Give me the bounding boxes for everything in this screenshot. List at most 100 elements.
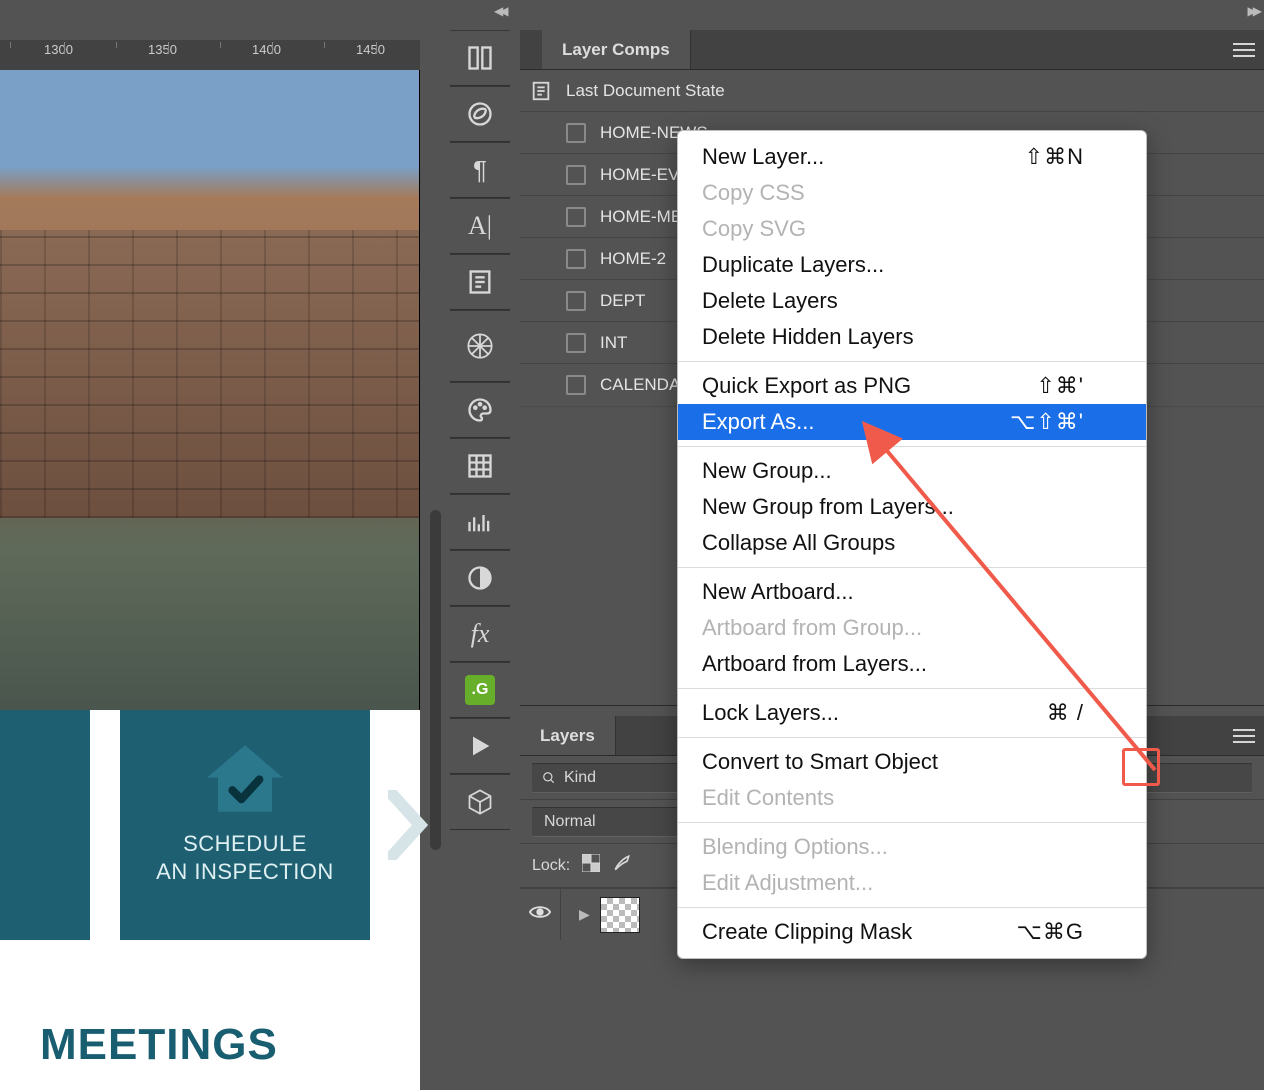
menu-item: Edit Adjustment... [678,865,1146,901]
histogram-icon[interactable] [450,494,510,550]
menu-item[interactable]: Collapse All Groups [678,525,1146,561]
tile-partial-left[interactable] [0,710,90,940]
character-icon[interactable]: A| [450,198,510,254]
last-document-state-label: Last Document State [566,81,725,101]
menu-item-label: Quick Export as PNG [702,373,911,399]
menu-item[interactable]: Create Clipping Mask ⌥⌘G [678,914,1146,950]
layer-thumbnail[interactable] [600,897,640,933]
layers-panel-menu-icon[interactable] [1224,716,1264,755]
cc-icon[interactable] [450,86,510,142]
expand-panels-icon[interactable]: ▶▶ [1248,4,1258,18]
apply-checkbox[interactable] [566,165,586,185]
menu-item[interactable]: Artboard from Layers... [678,646,1146,682]
menu-item[interactable]: New Group from Layers... [678,489,1146,525]
apply-checkbox[interactable] [566,333,586,353]
ruler-mark: 1400 [252,42,281,57]
menu-item-label: Export As... [702,409,815,435]
house-check-icon [200,738,290,816]
3d-icon[interactable] [450,774,510,830]
heading-meetings: MEETINGS [40,1020,278,1070]
menu-item: Copy SVG [678,211,1146,247]
menu-item-label: Blending Options... [702,834,888,860]
tile-label-line2: AN INSPECTION [120,858,370,886]
menu-shortcut: ⌥⌘G [1017,919,1084,945]
menu-item-label: Edit Adjustment... [702,870,873,896]
horizontal-ruler: 1300 1350 1400 1450 [0,40,420,70]
canvas-image[interactable] [0,70,420,710]
menu-item[interactable]: Duplicate Layers... [678,247,1146,283]
menu-item[interactable]: Convert to Smart Object [678,744,1146,780]
menu-item-label: Convert to Smart Object [702,749,938,775]
document-icon [530,80,552,102]
apply-checkbox[interactable] [566,249,586,269]
menu-item[interactable]: New Artboard... [678,574,1146,610]
ruler-mark: 1300 [44,42,73,57]
notes-icon[interactable] [450,254,510,310]
menu-item-label: New Group... [702,458,832,484]
menu-item[interactable]: New Layer... ⇧⌘N [678,139,1146,175]
menu-item-label: Copy SVG [702,216,806,242]
annotation-highlight [1122,748,1160,786]
blend-mode-dropdown[interactable]: Normal [532,807,682,837]
menu-item-label: New Layer... [702,144,824,170]
menu-item: Edit Contents [678,780,1146,816]
tile-schedule-inspection[interactable]: SCHEDULE AN INSPECTION [120,710,370,940]
libraries-icon[interactable] [450,30,510,86]
contrast-icon[interactable] [450,550,510,606]
menu-item[interactable]: Lock Layers... ⌘ / [678,695,1146,731]
canvas-white-area[interactable]: SCHEDULE AN INSPECTION MEETINGS [0,710,420,1090]
menu-item: Artboard from Group... [678,610,1146,646]
play-icon[interactable] [450,718,510,774]
document-canvas: 1300 1350 1400 1450 SCHEDULE AN INSPECTI… [0,0,420,1085]
expand-icon[interactable]: ▶ [579,906,590,923]
menu-item[interactable]: Quick Export as PNG ⇧⌘' [678,368,1146,404]
grid-icon[interactable] [450,438,510,494]
ruler-mark: 1450 [356,42,385,57]
menu-item: Blending Options... [678,829,1146,865]
apply-checkbox[interactable] [566,291,586,311]
menu-item-label: Create Clipping Mask [702,919,912,945]
apply-checkbox[interactable] [566,123,586,143]
collapse-panels-icon[interactable]: ◀◀ [494,4,504,18]
lock-label: Lock: [532,857,570,875]
tile-label-line1: SCHEDULE [120,830,370,858]
visibility-icon[interactable] [520,904,560,925]
menu-item-label: Collapse All Groups [702,530,895,556]
menu-item-label: Edit Contents [702,785,834,811]
tab-layers[interactable]: Layers [520,716,616,755]
apply-checkbox[interactable] [566,207,586,227]
menu-item[interactable]: Export As...⌥⇧⌘' [678,404,1146,440]
menu-item-label: New Group from Layers... [702,494,954,520]
ruler-mark: 1350 [148,42,177,57]
menu-item-label: Artboard from Group... [702,615,922,641]
navigator-icon[interactable] [450,310,510,382]
menu-item: Copy CSS [678,175,1146,211]
menu-item-label: Duplicate Layers... [702,252,884,278]
menu-item-label: Artboard from Layers... [702,651,927,677]
tab-layer-comps[interactable]: Layer Comps [542,30,691,69]
menu-item-label: Delete Hidden Layers [702,324,914,350]
menu-item-label: Lock Layers... [702,700,839,726]
menu-item-label: New Artboard... [702,579,854,605]
collapsed-panel-dock: ¶ A| fx .G [450,30,510,830]
panel-menu-icon[interactable] [1224,30,1264,69]
menu-shortcut: ⌘ / [1047,700,1084,726]
menu-item[interactable]: New Group... [678,453,1146,489]
fx-icon[interactable]: fx [450,606,510,662]
lock-transparent-icon[interactable] [582,854,600,877]
lock-brush-icon[interactable] [612,853,632,878]
menu-item[interactable]: Delete Hidden Layers [678,319,1146,355]
menu-item-label: Delete Layers [702,288,838,314]
layer-comps-panel-header: Layer Comps [520,30,1264,70]
menu-shortcut: ⇧⌘' [1036,373,1084,399]
apply-checkbox[interactable] [566,375,586,395]
canvas-scrollbar[interactable] [430,510,441,850]
menu-shortcut: ⇧⌘N [1025,144,1084,170]
palette-icon[interactable] [450,382,510,438]
layers-context-menu: New Layer... ⇧⌘N Copy CSS Copy SVG Duplicate… [677,130,1147,959]
menu-item[interactable]: Delete Layers [678,283,1146,319]
last-document-state[interactable]: Last Document State [520,70,1264,112]
paragraph-icon[interactable]: ¶ [450,142,510,198]
menu-item-label: Copy CSS [702,180,805,206]
plugin-icon[interactable]: .G [450,662,510,718]
